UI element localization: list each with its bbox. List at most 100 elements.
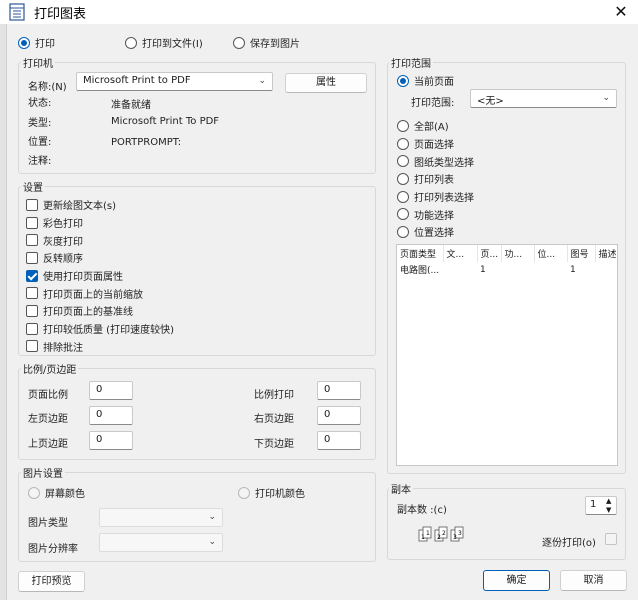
setting-low-quality[interactable]: 打印较低质量 (打印速度较快) [26,320,174,338]
setting-label: 排除批注 [43,342,83,354]
chevron-down-icon: ⌄ [208,512,216,522]
checkbox[interactable] [26,287,38,300]
printer-name-select[interactable]: Microsoft Print to PDF ⌄ [76,72,273,91]
column-header[interactable]: 页... [477,245,502,262]
checkbox[interactable] [26,234,38,247]
checkbox[interactable] [26,216,38,229]
range-option-label: 位置选择 [414,228,454,240]
ok-button[interactable]: 确定 [483,570,550,591]
page-list[interactable]: 页面类型 文... 页... 功... 位... 图号 描述 电路图(... 1… [396,244,618,466]
radio-location-selection[interactable]: 位置选择 [397,223,474,241]
radio-indicator[interactable] [397,155,409,168]
table-cell [534,262,567,277]
setting-label: 打印较低质量 (打印速度较快) [43,325,174,337]
radio-save-image[interactable]: 保存到图片 [233,35,300,50]
checkbox[interactable] [26,251,38,264]
setting-update-text[interactable]: 更新绘图文本(s) [26,196,174,214]
setting-label: 灰度打印 [43,236,83,248]
column-header[interactable]: 功... [501,245,535,262]
page-scale-label: 页面比例 [28,390,68,401]
radio-screen-color[interactable]: 屏幕颜色 [28,485,85,500]
radio-print-to-file-indicator[interactable] [125,36,137,49]
radio-indicator[interactable] [397,172,409,185]
column-header[interactable]: 位... [534,245,568,262]
checkbox[interactable] [26,304,38,317]
range-option-label: 功能选择 [414,210,454,222]
radio-screen-color-indicator[interactable] [28,486,40,499]
type-value: Microsoft Print To PDF [111,116,220,127]
table-cell: 1 [570,264,576,275]
collate-checkbox[interactable] [605,533,617,545]
table-row[interactable]: 电路图(... 1 1 [397,262,617,277]
table-cell [595,262,617,277]
checkbox[interactable] [26,322,38,335]
left-margin-input[interactable]: 0 [89,406,133,425]
close-button[interactable]: ✕ [606,1,636,23]
range-value: <无> [477,96,504,107]
print-scale-input[interactable]: 0 [317,381,361,400]
image-type-select[interactable]: ⌄ [99,508,223,527]
radio-indicator[interactable] [397,137,409,150]
radio-page-selection[interactable]: 页面选择 [397,135,474,153]
range-options: 全部(A) 页面选择 图纸类型选择 打印列表 打印列表选择 功能选择 位置选择 [397,117,474,241]
table-cell: 电路图(... [400,266,440,276]
cancel-button[interactable]: 取消 [560,570,627,591]
column-header[interactable]: 文... [443,245,478,262]
setting-exclude-annotations[interactable]: 排除批注 [26,338,174,356]
bottom-margin-label: 下页边距 [254,439,294,450]
copies-count-value: 1 [590,499,597,510]
radio-current-page[interactable]: 当前页面 [397,73,454,88]
checkbox-checked[interactable] [26,269,38,282]
radio-sheet-type-selection[interactable]: 图纸类型选择 [397,152,474,170]
print-preview-button[interactable]: 打印预览 [18,571,85,592]
radio-indicator[interactable] [397,208,409,221]
image-resolution-select[interactable]: ⌄ [99,533,223,552]
setting-current-zoom[interactable]: 打印页面上的当前缩放 [26,284,174,302]
chevron-down-icon: ⌄ [208,537,216,547]
bottom-margin-input[interactable]: 0 [317,431,361,450]
right-margin-label: 右页边距 [254,414,294,425]
checkbox[interactable] [26,198,38,211]
stepper-down-icon[interactable]: ▼ [606,506,611,514]
setting-baselines[interactable]: 打印页面上的基准线 [26,302,174,320]
comment-label: 注释: [28,156,52,167]
properties-button[interactable]: 属性 [285,73,367,93]
setting-label: 更新绘图文本(s) [43,201,117,213]
radio-printer-color-indicator[interactable] [238,486,250,499]
printer-name-value: Microsoft Print to PDF [83,75,191,86]
radio-current-page-indicator[interactable] [397,74,409,87]
top-margin-input[interactable]: 0 [89,431,133,450]
copies-stepper[interactable]: 1 ▲ ▼ [585,496,617,515]
radio-print-list-selection[interactable]: 打印列表选择 [397,188,474,206]
range-option-label: 全部(A) [414,122,449,134]
settings-legend: 设置 [21,179,45,194]
radio-printer-color[interactable]: 打印机颜色 [238,485,305,500]
range-select[interactable]: <无> ⌄ [470,89,617,108]
setting-color-print[interactable]: 彩色打印 [26,214,174,232]
radio-all[interactable]: 全部(A) [397,117,474,135]
radio-print-list[interactable]: 打印列表 [397,170,474,188]
radio-print[interactable]: 打印 [18,35,55,50]
setting-use-page-props[interactable]: 使用打印页面属性 [26,267,174,285]
scale-margins-legend: 比例/页边距 [21,361,79,376]
radio-indicator[interactable] [397,119,409,132]
checkbox[interactable] [26,340,38,353]
range-label: 打印范围: [411,98,455,109]
column-header[interactable]: 描述 [595,245,617,262]
column-header[interactable]: 页面类型 [397,245,444,262]
printer-color-label: 打印机颜色 [255,489,305,500]
radio-print-to-file[interactable]: 打印到文件(I) [125,35,203,50]
setting-grayscale-print[interactable]: 灰度打印 [26,231,174,249]
radio-save-image-indicator[interactable] [233,36,245,49]
column-header[interactable]: 图号 [567,245,596,262]
right-margin-input[interactable]: 0 [317,406,361,425]
radio-save-image-label: 保存到图片 [250,39,300,50]
stepper-up-icon[interactable]: ▲ [606,497,611,505]
radio-indicator[interactable] [397,190,409,203]
radio-indicator[interactable] [397,225,409,238]
radio-function-selection[interactable]: 功能选择 [397,205,474,223]
page-scale-input[interactable]: 0 [89,381,133,400]
collate-digit: 3 [453,534,457,541]
setting-reverse-order[interactable]: 反转顺序 [26,249,174,267]
radio-print-indicator[interactable] [18,36,30,49]
